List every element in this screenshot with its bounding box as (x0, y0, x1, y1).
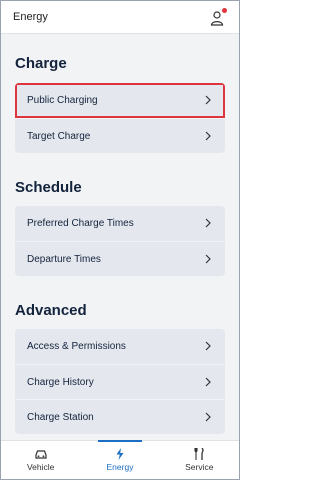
nav-label: Service (185, 462, 214, 472)
car-icon (35, 450, 47, 459)
row-label: Access & Permissions (27, 341, 126, 352)
chevron-right-icon (205, 377, 211, 387)
nav-vehicle[interactable]: Vehicle (1, 441, 80, 479)
row-label: Target Charge (27, 130, 91, 142)
target-charge-row[interactable]: Target Charge (15, 118, 225, 153)
row-label: Preferred Charge Times (27, 218, 134, 229)
row-label: Charge History (27, 376, 94, 388)
section-title-advanced: Advanced (15, 302, 87, 319)
row-label: Public Charging (27, 95, 98, 106)
section-title-schedule: Schedule (15, 179, 82, 196)
charge-history-row[interactable]: Charge History (15, 364, 225, 399)
page-title: Energy (13, 11, 48, 23)
departure-times-row[interactable]: Departure Times (15, 241, 225, 276)
chevron-right-icon (205, 254, 211, 264)
chevron-right-icon (205, 218, 211, 228)
section-title-charge: Charge (15, 55, 67, 72)
lightning-icon (116, 448, 124, 460)
app-frame: Energy Charge Public Charging Target Cha… (0, 0, 240, 480)
chevron-right-icon (205, 131, 211, 141)
row-label: Charge Station (27, 411, 94, 423)
top-bar: Energy (1, 1, 239, 34)
charge-card: Public Charging Target Charge (15, 83, 225, 153)
public-charging-row[interactable]: Public Charging (15, 83, 225, 118)
chevron-right-icon (205, 412, 211, 422)
chevron-right-icon (205, 341, 211, 351)
row-label: Departure Times (27, 253, 101, 265)
chevron-right-icon (205, 95, 211, 105)
advanced-card: Access & Permissions Charge History Char… (15, 329, 225, 434)
profile-button[interactable] (209, 8, 227, 26)
bottom-nav: Vehicle Energy Service (1, 440, 239, 479)
tools-icon (194, 448, 204, 460)
nav-label: Vehicle (26, 462, 55, 472)
notification-dot (222, 8, 227, 13)
nav-service[interactable]: Service (160, 441, 239, 479)
nav-energy[interactable]: Energy (80, 440, 159, 479)
schedule-card: Preferred Charge Times Departure Times (15, 206, 225, 276)
access-permissions-row[interactable]: Access & Permissions (15, 329, 225, 364)
nav-label: Energy (106, 462, 134, 472)
preferred-charge-times-row[interactable]: Preferred Charge Times (15, 206, 225, 241)
charge-station-row[interactable]: Charge Station (15, 399, 225, 434)
